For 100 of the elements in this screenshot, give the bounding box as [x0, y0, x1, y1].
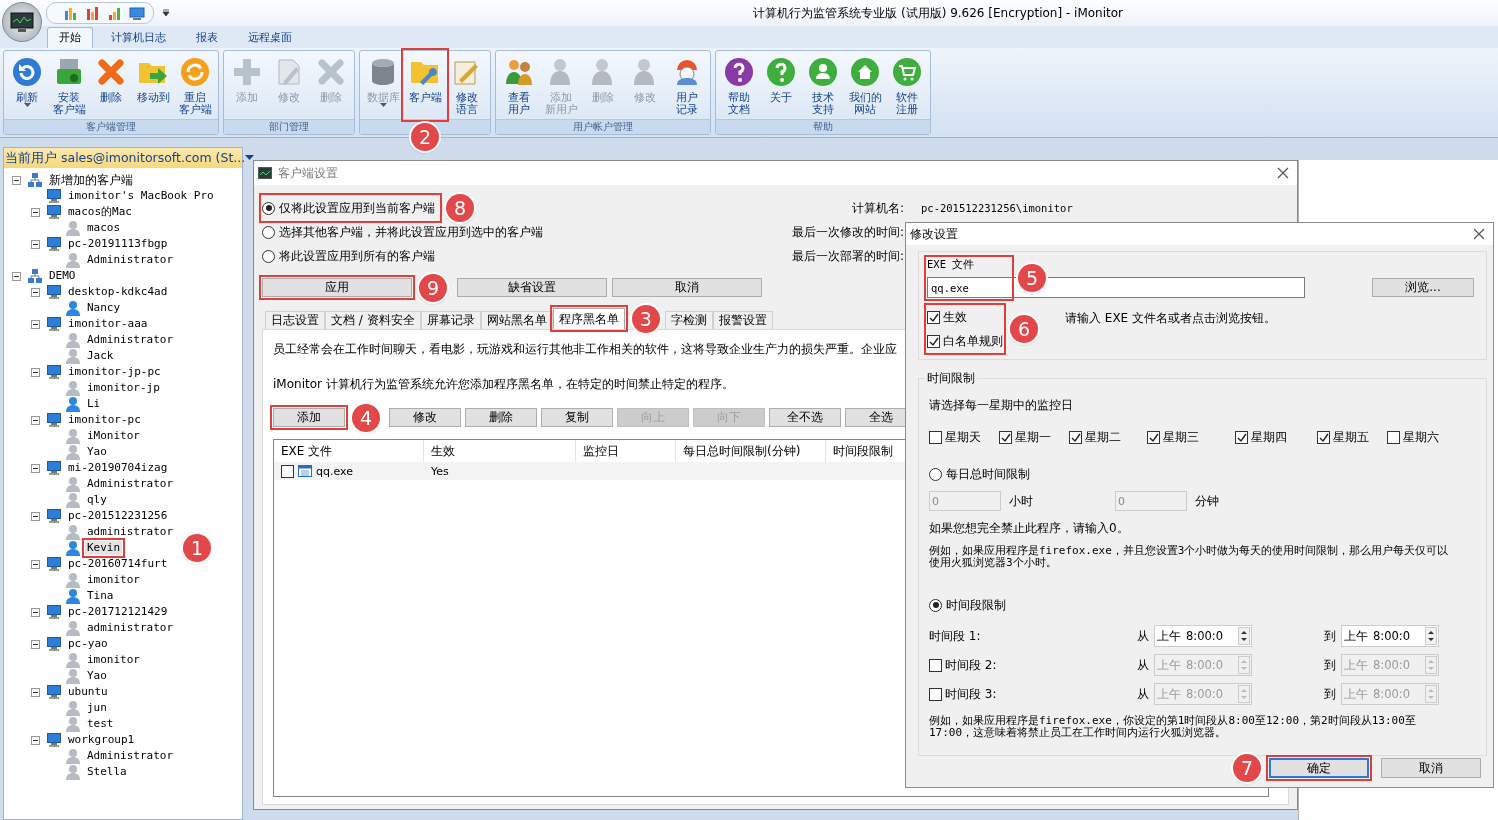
browse-button[interactable]: 浏览...: [1372, 278, 1474, 297]
ribbon-button[interactable]: 删除: [90, 51, 132, 119]
action-button[interactable]: 应用: [262, 278, 412, 297]
tree-item[interactable]: pc-201712121429: [66, 605, 170, 619]
list-button[interactable]: 修改: [389, 408, 461, 427]
radio-label[interactable]: 仅将此设置应用到当前客户端: [279, 199, 435, 217]
tab[interactable]: 日志设置: [265, 311, 325, 329]
collapse-icon[interactable]: [31, 415, 40, 425]
tree-item[interactable]: Stella: [85, 765, 129, 779]
ribbon-tab[interactable]: 报表: [184, 27, 230, 48]
tree-item[interactable]: workgroup1: [66, 733, 137, 747]
tree-item[interactable]: Kevin: [85, 541, 123, 555]
list-button[interactable]: 复制: [541, 408, 613, 427]
tree-item[interactable]: qly: [85, 493, 109, 507]
tree-item[interactable]: pc-yao: [66, 637, 110, 651]
checkbox[interactable]: 星期三: [1147, 426, 1235, 448]
radio-button[interactable]: [262, 249, 275, 263]
ribbon-button[interactable]: 刷新: [6, 51, 48, 119]
ribbon-button[interactable]: 我们的 网站: [844, 51, 886, 119]
collapse-icon[interactable]: [31, 239, 40, 249]
collapse-icon[interactable]: [12, 175, 21, 185]
tree-item[interactable]: iMonitor: [85, 429, 142, 443]
tab[interactable]: 报警设置: [712, 311, 773, 329]
tree-item[interactable]: pc-20160714furt: [66, 557, 170, 571]
collapse-icon[interactable]: [31, 511, 40, 521]
ribbon-tab[interactable]: 开始: [47, 27, 93, 48]
list-button[interactable]: 删除: [465, 408, 537, 427]
tree-item[interactable]: Administrator: [85, 253, 176, 267]
tree-item[interactable]: Administrator: [85, 477, 176, 491]
tab[interactable]: 屏幕记录: [420, 311, 481, 329]
checkbox[interactable]: 白名单规则: [927, 330, 1003, 352]
tab[interactable]: 网站黑名单: [480, 311, 553, 329]
tree-item[interactable]: desktop-kdkc4ad: [66, 285, 170, 299]
tree-item[interactable]: 新增加的客户端: [47, 173, 135, 187]
tree-item[interactable]: Tina: [85, 589, 116, 603]
tree-item[interactable]: mi-20190704izag: [66, 461, 170, 475]
action-button[interactable]: 取消: [612, 278, 762, 297]
collapse-icon[interactable]: [31, 639, 40, 649]
tree-item[interactable]: imonitor-pc: [66, 413, 143, 427]
ribbon-button[interactable]: 查看 用户: [498, 51, 540, 119]
ribbon-button[interactable]: 用户 记录: [666, 51, 708, 119]
ribbon-button[interactable]: 关于: [760, 51, 802, 119]
time-field[interactable]: 上午 8:00:0: [1154, 625, 1252, 647]
checkbox[interactable]: 星期二: [1069, 426, 1147, 448]
radio-button[interactable]: [929, 598, 942, 612]
tree-item[interactable]: imonitor-jp-pc: [66, 365, 163, 379]
tree-item[interactable]: Li: [85, 397, 103, 411]
ribbon-button[interactable]: 帮助 文档: [718, 51, 760, 119]
tree-item[interactable]: imonitor: [85, 573, 142, 587]
ribbon-tab[interactable]: 计算机日志: [99, 27, 178, 48]
tree-item[interactable]: jun: [85, 701, 109, 715]
cancel-button[interactable]: 取消: [1381, 758, 1481, 778]
tab[interactable]: 字检测: [664, 311, 713, 329]
list-button[interactable]: 添加: [273, 408, 345, 427]
ribbon-button[interactable]: 重启 客户端: [174, 51, 216, 119]
tab[interactable]: 文档 / 资料安全: [325, 311, 421, 329]
tree-item[interactable]: imonitor-aaa: [66, 317, 150, 331]
tree-item[interactable]: Yao: [85, 669, 109, 683]
tree-item[interactable]: Administrator: [85, 333, 176, 347]
radio-label[interactable]: 选择其他客户端，并将此设置应用到选中的客户端: [279, 223, 543, 241]
tree-item[interactable]: administrator: [85, 621, 176, 635]
checkbox[interactable]: 星期四: [1235, 426, 1317, 448]
radio-button[interactable]: [262, 201, 275, 215]
tree-item[interactable]: macos: [85, 221, 123, 235]
tree-item[interactable]: imonitor-jp: [85, 381, 162, 395]
radio-label[interactable]: 将此设置应用到所有的客户端: [279, 247, 435, 265]
tree-item[interactable]: Administrator: [85, 749, 176, 763]
tab[interactable]: 程序黑名单: [552, 308, 625, 329]
tree-item[interactable]: imonitor's MacBook Pro: [66, 189, 216, 203]
checkbox[interactable]: 星期一: [999, 426, 1069, 448]
tree-item[interactable]: DEMO: [47, 269, 78, 283]
ribbon-button[interactable]: 移动到: [132, 51, 174, 119]
tree-item[interactable]: test: [85, 717, 116, 731]
checkbox[interactable]: 星期六: [1387, 426, 1457, 448]
action-button[interactable]: 缺省设置: [457, 278, 607, 297]
ribbon-button[interactable]: 软件 注册: [886, 51, 928, 119]
ribbon-button[interactable]: 技术 支持: [802, 51, 844, 119]
checkbox[interactable]: 生效: [927, 306, 1003, 328]
ribbon-button[interactable]: 安装 客户端: [48, 51, 90, 119]
tree-item[interactable]: Nancy: [85, 301, 123, 315]
collapse-icon[interactable]: [31, 559, 40, 569]
collapse-icon[interactable]: [12, 271, 21, 281]
ribbon-button[interactable]: 修改 语言: [446, 51, 488, 119]
tree-item[interactable]: macos的Mac: [66, 205, 134, 219]
radio-button[interactable]: [262, 225, 275, 239]
tree-item[interactable]: pc-201512231256: [66, 509, 170, 523]
tree-item[interactable]: pc-20191113fbgp: [66, 237, 170, 251]
collapse-icon[interactable]: [31, 607, 40, 617]
collapse-icon[interactable]: [31, 367, 40, 377]
collapse-icon[interactable]: [31, 735, 40, 745]
tree-item[interactable]: administrator: [85, 525, 176, 539]
list-button[interactable]: 全不选: [769, 408, 841, 427]
checkbox[interactable]: 星期五: [1317, 426, 1387, 448]
ribbon-tab[interactable]: 远程桌面: [236, 27, 304, 48]
ribbon-button[interactable]: 客户端: [404, 51, 446, 119]
tree-item[interactable]: ubuntu: [66, 685, 110, 699]
tree-item[interactable]: imonitor: [85, 653, 142, 667]
tree-item[interactable]: Jack: [85, 349, 116, 363]
ok-button[interactable]: 确定: [1269, 758, 1369, 778]
collapse-icon[interactable]: [31, 319, 40, 329]
